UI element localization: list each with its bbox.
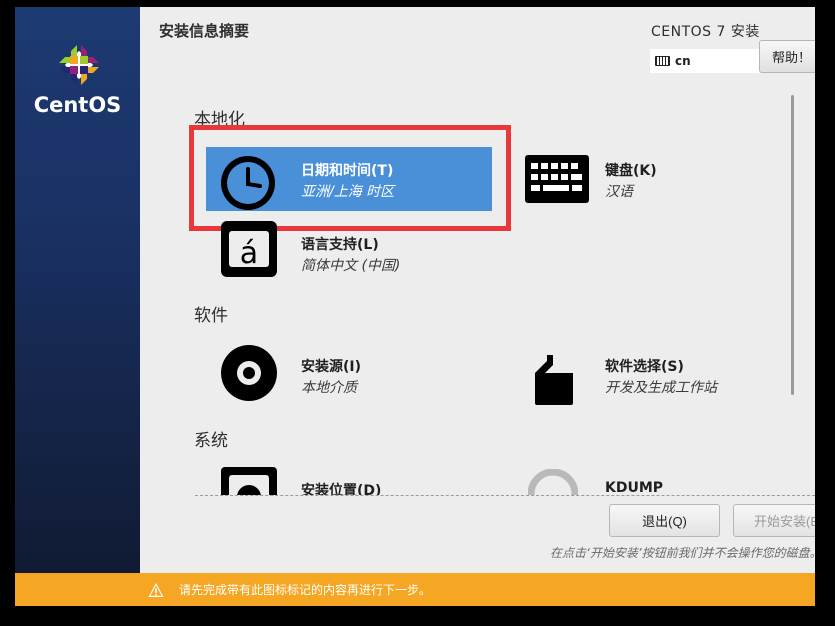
harddisk-icon xyxy=(221,467,277,495)
keyboard-layout-indicator[interactable]: cn xyxy=(650,49,760,73)
hint-text: 在点击‘开始安装’按钮前我们并不会操作您的磁盘。 xyxy=(550,546,815,560)
keyboard-layout-value: cn xyxy=(675,54,691,68)
spoke-install-source-status: 本地介质 xyxy=(301,380,357,396)
spoke-kdump-name: KDUMP xyxy=(605,480,664,495)
page-title: 安装信息摘要 xyxy=(159,22,250,40)
spoke-language-status: 简体中文 (中国) xyxy=(301,258,401,274)
package-icon xyxy=(535,355,573,405)
language-icon: á xyxy=(221,221,277,277)
spoke-keyboard-status: 汉语 xyxy=(605,184,633,200)
keyboard-icon xyxy=(525,155,589,203)
main-panel: 安装信息摘要 CENTOS 7 安装 cn 帮助！ 本地化 日期和时间(T) 亚… xyxy=(140,7,815,573)
kdump-icon xyxy=(528,469,578,495)
spoke-keyboard[interactable]: 键盘(K) 汉语 xyxy=(510,147,796,211)
begin-installation-button[interactable]: 开始安装(B) xyxy=(733,504,815,537)
quit-button[interactable]: 退出(Q) xyxy=(609,504,720,537)
spoke-install-destination[interactable]: 安装位置(D) xyxy=(206,467,492,495)
spoke-software-selection-status: 开发及生成工作站 xyxy=(605,380,717,396)
spoke-software-selection-name: 软件选择(S) xyxy=(605,359,684,375)
content-divider xyxy=(195,495,815,496)
keyboard-small-icon xyxy=(655,56,670,66)
section-software: 软件 xyxy=(194,306,228,326)
highlight-annotation-box xyxy=(189,125,511,231)
disc-icon xyxy=(221,345,277,401)
product-title: CENTOS 7 安装 xyxy=(651,24,760,40)
centos-brand: CentOS xyxy=(33,93,122,117)
spoke-language-name: 语言支持(L) xyxy=(301,237,379,253)
spoke-language[interactable]: á 语言支持(L) 简体中文 (中国) xyxy=(206,221,492,285)
warning-text: 请先完成带有此图标标记的内容再进行下一步。 xyxy=(179,583,432,597)
spoke-install-source-name: 安装源(I) xyxy=(301,359,362,375)
centos-logo-icon xyxy=(59,45,99,85)
help-button[interactable]: 帮助！ xyxy=(759,40,815,73)
spoke-keyboard-name: 键盘(K) xyxy=(605,163,657,179)
warning-bar: 请先完成带有此图标标记的内容再进行下一步。 xyxy=(15,573,815,606)
svg-text:á: á xyxy=(240,236,258,271)
spoke-software-selection[interactable]: 软件选择(S) 开发及生成工作站 xyxy=(510,343,796,407)
spoke-install-source[interactable]: 安装源(I) 本地介质 xyxy=(206,343,492,407)
warning-icon xyxy=(148,582,164,597)
spoke-install-destination-name: 安装位置(D) xyxy=(301,483,382,495)
spoke-kdump[interactable]: KDUMP xyxy=(510,467,796,495)
sidebar: CentOS xyxy=(15,7,140,573)
section-system: 系统 xyxy=(194,431,228,451)
installer-window: CentOS 安装信息摘要 CENTOS 7 安装 cn 帮助！ 本地化 日期和… xyxy=(15,7,815,606)
